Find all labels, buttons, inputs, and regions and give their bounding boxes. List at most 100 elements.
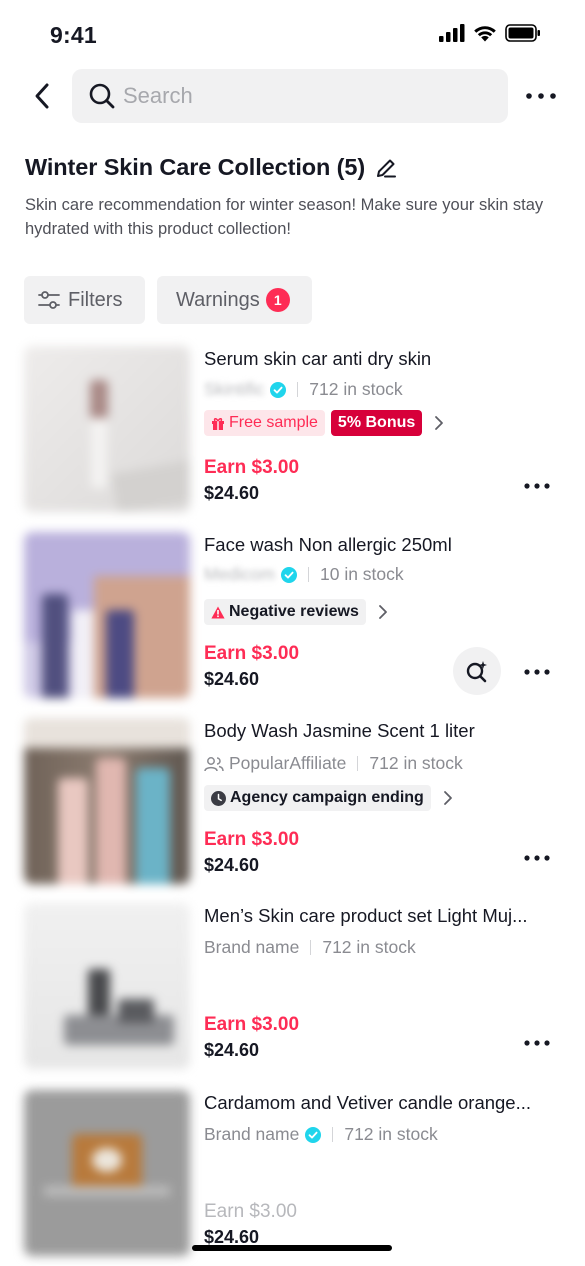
- seller-name: Skintific: [204, 379, 265, 399]
- product-thumbnail[interactable]: [24, 718, 190, 884]
- collection-description: Skin care recommendation for winter seas…: [25, 196, 544, 238]
- chevron-left-icon: [35, 83, 49, 109]
- product-meta: Brand name 712 in stock: [204, 1124, 438, 1145]
- product-price: $24.60: [204, 1040, 260, 1060]
- wifi-icon: [474, 26, 496, 42]
- product-thumbnail[interactable]: [24, 532, 190, 698]
- seller-name: Medicom: [204, 564, 275, 584]
- signal-icon: [439, 24, 465, 42]
- product-more-button[interactable]: [521, 476, 553, 496]
- verified-icon: [281, 566, 297, 583]
- product-meta: Skintific 712 in stock: [204, 379, 403, 400]
- verified-icon: [305, 1126, 322, 1143]
- product-thumbnail[interactable]: [24, 903, 190, 1069]
- meta-divider: [308, 567, 309, 582]
- chevron-right-icon[interactable]: [443, 790, 453, 806]
- product-meta: Brand name 712 in stock: [204, 937, 416, 958]
- warnings-button[interactable]: Warnings 1: [157, 276, 312, 324]
- earn-amount: Earn $3.00: [204, 1201, 297, 1222]
- product-tags[interactable]: Free sample 5% Bonus: [204, 410, 444, 436]
- tag-label: Negative reviews: [229, 603, 359, 620]
- meta-divider: [310, 940, 312, 955]
- filters-button[interactable]: Filters: [24, 276, 145, 324]
- product-item[interactable]: Face wash Non allergic 250ml Medicom 10 …: [0, 532, 585, 702]
- product-name[interactable]: Body Wash Jasmine Scent 1 liter: [204, 720, 564, 742]
- product-more-button[interactable]: [521, 848, 553, 868]
- edit-title-button[interactable]: [373, 155, 399, 181]
- search-input[interactable]: [123, 83, 483, 109]
- product-price: $24.60: [204, 669, 260, 689]
- verified-icon: [270, 381, 287, 398]
- product-name[interactable]: Men’s Skin care product set Light Muj...: [204, 905, 564, 927]
- product-item[interactable]: Cardamom and Vetiver candle orange... Br…: [0, 1090, 585, 1260]
- product-more-button[interactable]: [521, 1033, 553, 1053]
- product-name[interactable]: Face wash Non allergic 250ml: [204, 534, 564, 556]
- ellipsis-icon: [526, 93, 556, 99]
- users-icon: [204, 756, 224, 772]
- meta-divider: [297, 382, 299, 397]
- product-name[interactable]: Serum skin car anti dry skin: [204, 348, 564, 370]
- ellipsis-icon: [524, 1040, 550, 1046]
- more-options-button[interactable]: [525, 84, 557, 108]
- warning-icon: [211, 606, 225, 619]
- product-price: $24.60: [204, 483, 260, 503]
- search-icon: [88, 82, 116, 110]
- ai-search-button[interactable]: [453, 647, 501, 695]
- seller-name: Brand name: [204, 937, 300, 957]
- ellipsis-icon: [524, 855, 550, 861]
- stock-count: 712 in stock: [309, 379, 403, 399]
- seller-name: PopularAffiliate: [229, 753, 347, 773]
- tag-free-sample: Free sample: [204, 410, 325, 436]
- product-price: $24.60: [204, 855, 260, 875]
- tag-agency-campaign: Agency campaign ending: [204, 785, 431, 811]
- status-icons: [439, 24, 541, 42]
- stock-count: 712 in stock: [322, 937, 416, 957]
- earn-amount: Earn $3.00: [204, 829, 300, 850]
- product-name[interactable]: Cardamom and Vetiver candle orange...: [204, 1092, 564, 1114]
- ellipsis-icon: [524, 483, 550, 489]
- search-box[interactable]: [72, 69, 508, 123]
- clock-icon: [211, 790, 226, 806]
- product-meta: Medicom 10 in stock: [204, 564, 404, 585]
- filters-label: Filters: [68, 288, 123, 311]
- warnings-count-badge: 1: [265, 288, 290, 312]
- battery-icon: [505, 24, 540, 42]
- tag-label: Free sample: [229, 414, 318, 431]
- warnings-label: Warnings: [176, 288, 260, 311]
- gift-icon: [211, 416, 225, 430]
- meta-divider: [357, 756, 359, 771]
- earn-amount: Earn $3.00: [204, 457, 300, 478]
- product-item[interactable]: Men’s Skin care product set Light Muj...…: [0, 903, 585, 1073]
- back-button[interactable]: [26, 78, 58, 114]
- earn-amount: Earn $3.00: [204, 643, 300, 664]
- earn-amount: Earn $3.00: [204, 1014, 300, 1035]
- product-meta: PopularAffiliate 712 in stock: [204, 753, 463, 774]
- product-more-button[interactable]: [521, 662, 553, 682]
- status-bar: 9:41: [0, 0, 585, 64]
- stock-count: 712 in stock: [369, 753, 463, 773]
- product-thumbnail[interactable]: [24, 1090, 190, 1256]
- chevron-right-icon[interactable]: [434, 415, 444, 431]
- seller-name: Brand name: [204, 1124, 300, 1144]
- ellipsis-icon: [524, 669, 550, 675]
- product-thumbnail[interactable]: [24, 346, 190, 512]
- status-time: 9:41: [50, 22, 97, 48]
- title-row: Winter Skin Care Collection (5): [25, 154, 399, 181]
- stock-count: 712 in stock: [344, 1124, 438, 1144]
- sparkle-search-icon: [466, 661, 487, 683]
- product-item[interactable]: Serum skin car anti dry skin Skintific 7…: [0, 346, 585, 516]
- product-tags[interactable]: Agency campaign ending: [204, 785, 453, 811]
- nav-bar: [0, 68, 585, 124]
- product-item[interactable]: Body Wash Jasmine Scent 1 liter PopularA…: [0, 718, 585, 888]
- meta-divider: [332, 1127, 334, 1142]
- tag-bonus: 5% Bonus: [330, 410, 423, 436]
- pencil-icon: [377, 159, 397, 177]
- tag-negative-reviews: Negative reviews: [204, 599, 366, 625]
- tag-label: Agency campaign ending: [230, 789, 424, 806]
- sliders-icon: [38, 291, 60, 309]
- product-tags[interactable]: Negative reviews: [204, 599, 388, 625]
- page-title: Winter Skin Care Collection (5): [25, 154, 366, 180]
- chevron-right-icon[interactable]: [378, 604, 388, 620]
- stock-count: 10 in stock: [320, 564, 404, 584]
- home-indicator[interactable]: [192, 1245, 392, 1251]
